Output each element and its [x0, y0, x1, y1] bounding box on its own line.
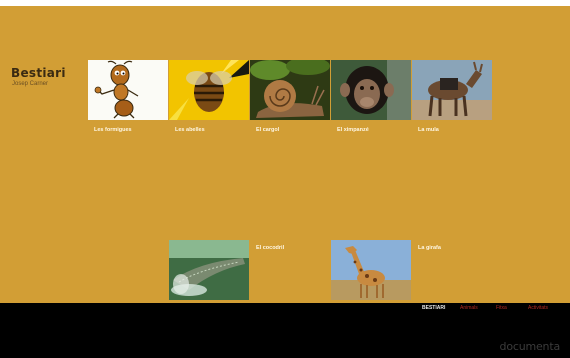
ant-cartoon-image[interactable] — [88, 60, 168, 120]
nav-fitxa[interactable]: Fitxa — [496, 305, 507, 311]
top-border — [0, 0, 570, 6]
footer-bar — [0, 303, 570, 358]
nav-bestiari[interactable]: BESTIARI — [422, 305, 445, 311]
caption-ximpanze[interactable]: El ximpanzé — [337, 127, 369, 133]
nav-activitats[interactable]: Activitats — [528, 305, 548, 311]
site-title: Bestiari — [11, 66, 66, 80]
giraffe-image[interactable] — [331, 240, 411, 300]
caption-girafa[interactable]: La girafa — [418, 245, 441, 251]
crocodile-image[interactable] — [169, 240, 249, 300]
site-subtitle: Josep Carner — [12, 81, 49, 87]
caption-cocodril[interactable]: El cocodril — [256, 245, 284, 251]
caption-cargol[interactable]: El cargol — [256, 127, 279, 133]
caption-mula[interactable]: La mula — [418, 127, 439, 133]
watermark: documenta — [499, 340, 561, 353]
snail-image[interactable] — [250, 60, 330, 120]
chimpanzee-image[interactable] — [331, 60, 411, 120]
caption-abelles[interactable]: Les abelles — [175, 127, 205, 133]
bee-image[interactable] — [169, 60, 249, 120]
caption-formigues[interactable]: Les formigues — [94, 127, 132, 133]
nav-animals[interactable]: Animals — [460, 305, 478, 311]
mule-image[interactable] — [412, 60, 492, 120]
